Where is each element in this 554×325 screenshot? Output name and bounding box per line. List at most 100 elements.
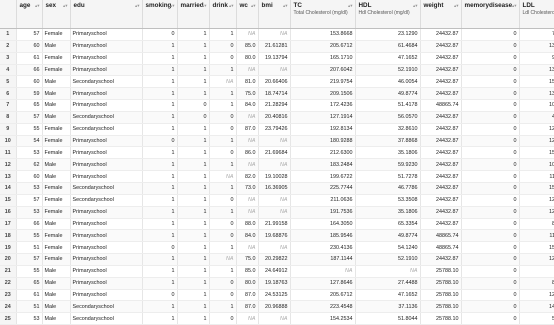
table-row[interactable]: 24 51 Male Secondaryschool 1 1 1 87.0 20.96888 22… xyxy=(0,300,554,314)
table-cell-ldl: 40.2264 xyxy=(519,111,554,124)
table-cell-age: 65 xyxy=(16,99,43,112)
column-header-bmi[interactable]: bmi ▴▾ xyxy=(258,0,291,29)
table-row[interactable]: 10 54 Female Primaryschool 0 1 1 NA NA 180.9288 37… xyxy=(0,135,554,148)
table-cell-edu: Secondaryschool xyxy=(70,182,143,195)
row-index-header xyxy=(0,0,17,29)
sort-icon[interactable]: ▴▾ xyxy=(63,3,68,9)
table-cell-bmi: 19.18763 xyxy=(258,277,291,290)
table-cell-ldl: 116.3666 xyxy=(519,229,554,243)
sort-icon[interactable]: ▴▾ xyxy=(283,3,288,9)
data-viewer-grid[interactable]: age ▴▾ sex ▴▾ edu ▴▾ smoking ▴▾ married ▴▾ drink ▴▾… xyxy=(0,0,554,325)
table-row[interactable]: 3 61 Female Primaryschool 1 1 0 80.0 19.13794 165… xyxy=(0,52,554,65)
table-cell-bmi: 20.40816 xyxy=(258,111,291,124)
sort-icon[interactable]: ▴▾ xyxy=(202,3,207,9)
table-cell-edu: Secondaryschool xyxy=(70,123,143,136)
table-cell-bmi: 21.28294 xyxy=(258,99,291,112)
table-row[interactable]: 20 57 Female Primaryschool 1 1 NA 75.0 20.29822 1… xyxy=(0,253,554,266)
table-row[interactable]: 7 65 Male Primaryschool 1 0 1 84.0 21.28294 172.4… xyxy=(0,99,554,112)
table-row[interactable]: 4 66 Female Primaryschool 1 1 1 NA NA 207.6042 52.… xyxy=(0,64,554,77)
table-row[interactable]: 1 57 Female Primaryschool 0 1 1 NA NA 153.8668 23.… xyxy=(0,28,554,41)
column-header-drink[interactable]: drink ▴▾ xyxy=(209,0,237,29)
table-cell-tc: 183.2484 xyxy=(290,158,356,172)
table-cell-married: 1 xyxy=(177,194,210,207)
sort-icon[interactable]: ▴▾ xyxy=(170,3,175,9)
column-header-tc[interactable]: TC ▴▾ Total Cholesterol (mg/dl) xyxy=(290,0,356,29)
table-cell-wc: 80.0 xyxy=(236,277,259,290)
table-cell-hdl: 47.1652 xyxy=(355,289,421,302)
sort-icon[interactable]: ▴▾ xyxy=(413,3,418,9)
table-row[interactable]: 8 57 Male Secondaryschool 1 0 0 NA 20.40816 127.1… xyxy=(0,111,554,124)
column-header-wc[interactable]: wc ▴▾ xyxy=(236,0,259,29)
table-cell-wc: 80.0 xyxy=(236,52,259,65)
table-row[interactable]: 19 51 Female Primaryschool 0 1 1 NA NA 230.4136 54… xyxy=(0,241,554,255)
table-cell-ldl: 100.8026 xyxy=(519,99,554,112)
table-cell-memory: 0 xyxy=(461,52,520,65)
sort-icon[interactable]: ▴▾ xyxy=(35,3,40,9)
sort-icon[interactable]: ▴▾ xyxy=(229,3,234,9)
table-cell-drink: NA xyxy=(209,75,237,89)
table-row[interactable]: 22 65 Male Primaryschool 1 1 0 80.0 19.18763 127.… xyxy=(0,277,554,290)
column-header-edu[interactable]: edu ▴▾ xyxy=(70,0,143,29)
row-index: 21 xyxy=(0,265,17,278)
table-cell-married: 1 xyxy=(177,87,210,101)
table-row[interactable]: 13 60 Male Primaryschool 1 1 NA 82.0 19.10028 199… xyxy=(0,170,554,183)
column-header-weight[interactable]: weight ▴▾ xyxy=(420,0,462,29)
column-header-sex[interactable]: sex ▴▾ xyxy=(42,0,71,29)
sort-icon[interactable]: ▴▾ xyxy=(512,3,517,9)
column-header-memory[interactable]: memorydisease ▴▾ xyxy=(461,0,520,29)
table-row[interactable]: 25 53 Male Secondaryschool 1 1 0 NA NA 154.2534 51… xyxy=(0,312,554,325)
table-cell-memory: 0 xyxy=(461,170,520,183)
table-row[interactable]: 6 59 Male Primaryschool 1 1 1 75.0 18.74714 209.1… xyxy=(0,87,554,101)
table-row[interactable]: 11 53 Female Primaryschool 1 1 0 86.0 21.69684 21… xyxy=(0,146,554,160)
column-header-smoking[interactable]: smoking ▴▾ xyxy=(142,0,178,29)
table-row[interactable]: 2 60 Male Primaryschool 1 1 0 85.0 21.61281 205.6… xyxy=(0,40,554,53)
table-cell-married: 1 xyxy=(177,64,210,77)
sort-icon[interactable]: ▴▾ xyxy=(135,3,140,9)
table-cell-tc: 191.7536 xyxy=(290,206,356,219)
table-cell-drink: 0 xyxy=(209,52,237,65)
table-cell-married: 1 xyxy=(177,158,210,172)
table-cell-bmi: 24.64912 xyxy=(258,265,291,278)
table-cell-married: 1 xyxy=(177,277,210,290)
row-index: 11 xyxy=(0,146,17,160)
table-row[interactable]: 15 57 Female Secondaryschool 1 1 0 NA NA 211.0636… xyxy=(0,194,554,207)
table-row[interactable]: 5 60 Male Secondaryschool 1 1 NA 81.0 20.66406 21… xyxy=(0,75,554,89)
table-cell-wc: NA xyxy=(236,64,259,77)
table-row[interactable]: 14 53 Female Secondaryschool 1 1 1 73.0 16.36905… xyxy=(0,182,554,195)
column-header-age[interactable]: age ▴▾ xyxy=(16,0,43,29)
sort-icon[interactable]: ▴▾ xyxy=(348,3,353,9)
table-row[interactable]: 17 66 Male Primaryschool 1 1 0 88.0 21.99158 164.… xyxy=(0,218,554,231)
sort-icon[interactable]: ▴▾ xyxy=(251,3,256,9)
table-cell-bmi: 23.79426 xyxy=(258,123,291,136)
sort-icon[interactable]: ▴▾ xyxy=(454,3,459,9)
table-row[interactable]: 18 55 Female Primaryschool 1 1 0 84.0 19.68876 18… xyxy=(0,229,554,243)
table-row[interactable]: 23 61 Male Primaryschool 0 1 0 87.0 24.53125 205.… xyxy=(0,289,554,302)
table-cell-smoking: 1 xyxy=(142,218,178,231)
table-cell-hdl: 51.8044 xyxy=(355,312,421,325)
table-cell-memory: 0 xyxy=(461,289,520,302)
row-index: 7 xyxy=(0,99,17,112)
table-cell-weight: 24432.87 xyxy=(420,206,462,219)
table-cell-hdl: NA xyxy=(355,265,421,278)
column-header-married[interactable]: married ▴▾ xyxy=(177,0,210,29)
table-row[interactable]: 12 62 Male Primaryschool 1 1 1 NA NA 183.2484 59.9… xyxy=(0,158,554,172)
table-cell-wc: 87.0 xyxy=(236,123,259,136)
table-cell-wc: NA xyxy=(236,194,259,207)
table-cell-drink: 1 xyxy=(209,265,237,278)
table-row[interactable]: 16 53 Female Primaryschool 1 1 1 NA NA 191.7536 35… xyxy=(0,206,554,219)
column-header-description: Hdl Cholesterol (mg/dl) xyxy=(358,10,410,16)
table-cell-tc: NA xyxy=(290,265,356,278)
table-cell-ldl: NA xyxy=(519,265,554,278)
table-cell-age: 60 xyxy=(16,170,43,183)
table-cell-ldl: 131.0574 xyxy=(519,40,554,53)
table-cell-tc: 153.8668 xyxy=(290,28,356,41)
table-cell-age: 57 xyxy=(16,253,43,266)
table-cell-hdl: 54.1240 xyxy=(355,241,421,255)
column-header-hdl[interactable]: HDL ▴▾ Hdl Cholesterol (mg/dl) xyxy=(355,0,421,29)
table-cell-age: 57 xyxy=(16,194,43,207)
column-header-label: bmi xyxy=(261,2,273,9)
table-row[interactable]: 9 55 Female Secondaryschool 1 1 0 87.0 23.79426 1… xyxy=(0,123,554,136)
column-header-ldl[interactable]: LDL▴▾Ldl Cholesterol (mg/dl) xyxy=(519,0,554,29)
table-cell-tc: 180.9288 xyxy=(290,135,356,148)
table-row[interactable]: 21 55 Male Primaryschool 1 1 1 85.0 24.64912 NA NA… xyxy=(0,265,554,278)
